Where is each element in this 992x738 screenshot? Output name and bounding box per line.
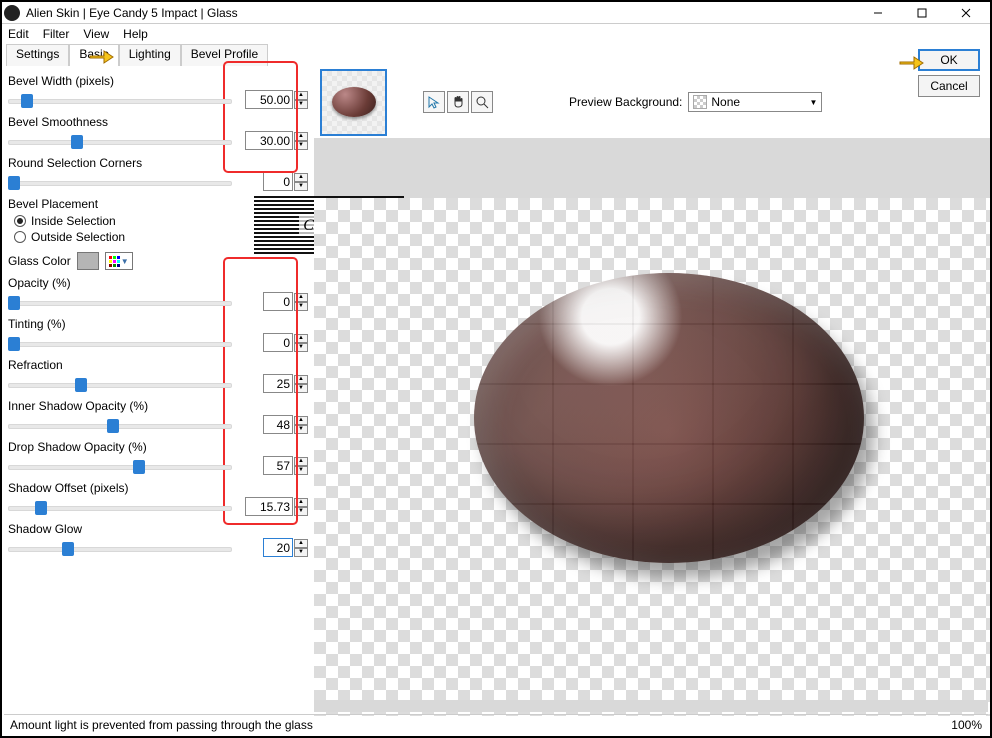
label-inner-shadow: Inner Shadow Opacity (%) xyxy=(8,399,308,413)
row-bevel-width: Bevel Width (pixels) ▲▼ xyxy=(8,74,308,109)
label-bevel-smoothness: Bevel Smoothness xyxy=(8,115,308,129)
dialog-buttons: OK Cancel xyxy=(918,49,980,97)
slider-round-corners[interactable] xyxy=(8,173,232,191)
label-glass-color: Glass Color xyxy=(8,254,71,268)
glass-color-palette[interactable]: ▼ xyxy=(105,252,133,270)
menu-view[interactable]: View xyxy=(83,27,109,41)
row-inner-shadow: Inner Shadow Opacity (%) ▲▼ xyxy=(8,399,308,434)
spinner-drop-shadow[interactable]: ▲▼ xyxy=(294,457,308,475)
palette-icon xyxy=(109,256,120,267)
pointer-basic-tab xyxy=(88,46,114,68)
spinner-shadow-offset[interactable]: ▲▼ xyxy=(294,498,308,516)
cancel-button[interactable]: Cancel xyxy=(918,75,980,97)
input-bevel-width[interactable] xyxy=(245,90,293,109)
row-opacity: Opacity (%) ▲▼ xyxy=(8,276,308,311)
right-area: Preview Background: None ▼ Claudia xyxy=(314,66,990,716)
row-shadow-offset: Shadow Offset (pixels) ▲▼ xyxy=(8,481,308,516)
row-tinting: Tinting (%) ▲▼ xyxy=(8,317,308,352)
ok-button[interactable]: OK xyxy=(918,49,980,71)
tool-zoom[interactable] xyxy=(471,91,493,113)
spinner-round-corners[interactable]: ▲▼ xyxy=(294,173,308,191)
thumbnail-row: Preview Background: None ▼ xyxy=(314,66,990,138)
tab-bevel-profile[interactable]: Bevel Profile xyxy=(181,44,268,66)
radio-icon xyxy=(14,215,26,227)
radio-icon xyxy=(14,231,26,243)
label-tinting: Tinting (%) xyxy=(8,317,308,331)
pointer-ok-button xyxy=(898,52,924,74)
status-bar: Amount light is prevented from passing t… xyxy=(4,714,988,734)
input-refraction[interactable] xyxy=(263,374,293,393)
label-preview-bg: Preview Background: xyxy=(569,95,682,109)
row-bevel-smoothness: Bevel Smoothness ▲▼ xyxy=(8,115,308,150)
input-opacity[interactable] xyxy=(263,292,293,311)
chevron-down-icon: ▼ xyxy=(809,98,817,107)
main: Bevel Width (pixels) ▲▼ Bevel Smoothness… xyxy=(2,66,990,716)
preview-bg-row: Preview Background: None ▼ xyxy=(569,92,822,112)
label-shadow-glow: Shadow Glow xyxy=(8,522,308,536)
tabs: Settings Basic Lighting Bevel Profile xyxy=(2,44,990,66)
row-refraction: Refraction ▲▼ xyxy=(8,358,308,393)
spinner-tinting[interactable]: ▲▼ xyxy=(294,334,308,352)
status-zoom: 100% xyxy=(951,718,982,732)
input-shadow-offset[interactable] xyxy=(245,497,293,516)
label-shadow-offset: Shadow Offset (pixels) xyxy=(8,481,308,495)
input-shadow-glow[interactable] xyxy=(263,538,293,557)
input-tinting[interactable] xyxy=(263,333,293,352)
label-bevel-width: Bevel Width (pixels) xyxy=(8,74,308,88)
left-panel: Bevel Width (pixels) ▲▼ Bevel Smoothness… xyxy=(2,66,314,716)
preview-object xyxy=(474,273,864,563)
label-refraction: Refraction xyxy=(8,358,308,372)
spinner-refraction[interactable]: ▲▼ xyxy=(294,375,308,393)
window-title: Alien Skin | Eye Candy 5 Impact | Glass xyxy=(26,6,856,20)
input-drop-shadow[interactable] xyxy=(263,456,293,475)
minimize-button[interactable] xyxy=(856,2,900,24)
input-round-corners[interactable] xyxy=(263,172,293,191)
maximize-button[interactable] xyxy=(900,2,944,24)
slider-shadow-offset[interactable] xyxy=(8,498,232,516)
slider-bevel-smoothness[interactable] xyxy=(8,132,232,150)
spinner-shadow-glow[interactable]: ▲▼ xyxy=(294,539,308,557)
select-preview-bg-value: None xyxy=(711,95,740,109)
slider-refraction[interactable] xyxy=(8,375,232,393)
slider-inner-shadow[interactable] xyxy=(8,416,232,434)
app-icon xyxy=(4,5,20,21)
row-round-corners: Round Selection Corners ▲▼ xyxy=(8,156,308,191)
preview-thumbnail[interactable] xyxy=(320,69,387,136)
label-drop-shadow: Drop Shadow Opacity (%) xyxy=(8,440,308,454)
slider-shadow-glow[interactable] xyxy=(8,539,232,557)
tool-hand[interactable] xyxy=(447,91,469,113)
slider-bevel-width[interactable] xyxy=(8,91,232,109)
spinner-inner-shadow[interactable]: ▲▼ xyxy=(294,416,308,434)
preview-canvas[interactable] xyxy=(314,198,990,716)
menu-filter[interactable]: Filter xyxy=(43,27,70,41)
slider-drop-shadow[interactable] xyxy=(8,457,232,475)
tool-pointer[interactable] xyxy=(423,91,445,113)
row-shadow-glow: Shadow Glow ▲▼ xyxy=(8,522,308,557)
titlebar: Alien Skin | Eye Candy 5 Impact | Glass xyxy=(2,2,990,24)
tab-settings[interactable]: Settings xyxy=(6,44,69,66)
close-button[interactable] xyxy=(944,2,988,24)
spinner-bevel-width[interactable]: ▲▼ xyxy=(294,91,308,109)
input-bevel-smoothness[interactable] xyxy=(245,131,293,150)
grey-bar-bottom xyxy=(314,700,988,712)
row-drop-shadow: Drop Shadow Opacity (%) ▲▼ xyxy=(8,440,308,475)
slider-tinting[interactable] xyxy=(8,334,232,352)
slider-opacity[interactable] xyxy=(8,293,232,311)
menu-help[interactable]: Help xyxy=(123,27,148,41)
label-opacity: Opacity (%) xyxy=(8,276,308,290)
label-round-corners: Round Selection Corners xyxy=(8,156,308,170)
chevron-down-icon: ▼ xyxy=(121,257,129,266)
spinner-opacity[interactable]: ▲▼ xyxy=(294,293,308,311)
menubar: Edit Filter View Help xyxy=(2,24,990,44)
transparency-icon xyxy=(693,95,707,109)
select-preview-bg[interactable]: None ▼ xyxy=(688,92,822,112)
status-text: Amount light is prevented from passing t… xyxy=(10,718,313,732)
grey-bar: Claudia xyxy=(314,138,990,198)
menu-edit[interactable]: Edit xyxy=(8,27,29,41)
preview-tools xyxy=(423,91,493,113)
glass-color-swatch[interactable] xyxy=(77,252,99,270)
spinner-bevel-smoothness[interactable]: ▲▼ xyxy=(294,132,308,150)
input-inner-shadow[interactable] xyxy=(263,415,293,434)
tab-lighting[interactable]: Lighting xyxy=(119,44,181,66)
